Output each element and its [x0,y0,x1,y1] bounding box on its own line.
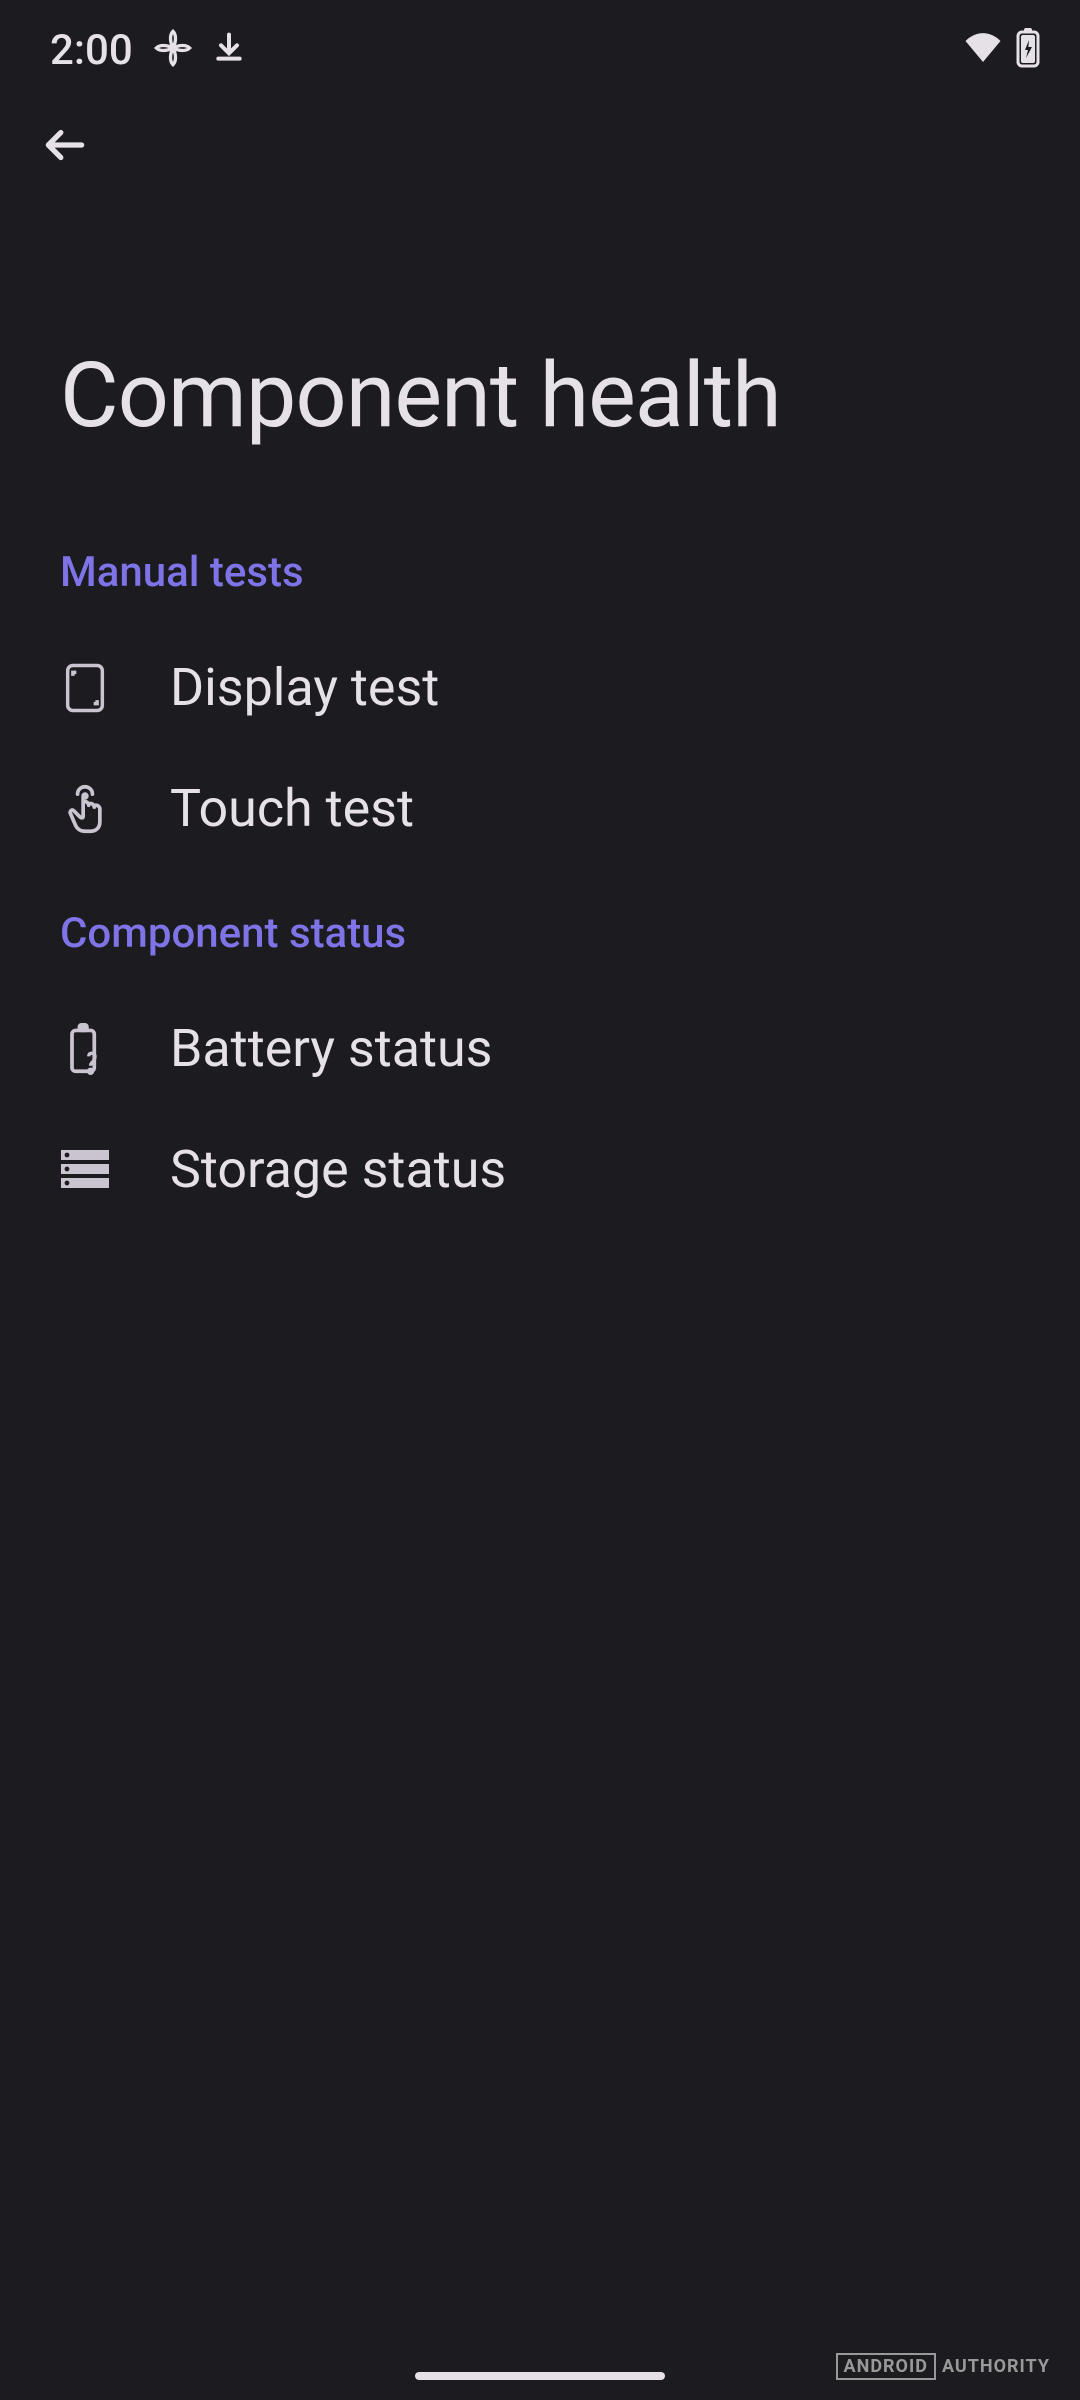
list-item-label: Storage status [170,1139,506,1200]
pinwheel-icon [153,28,193,72]
status-bar-left: 2:00 [50,26,245,75]
back-button[interactable] [0,90,130,193]
wifi-icon [962,27,1004,73]
section-manual-tests: Manual tests Display test Touch test [0,508,1080,869]
list-item-label: Touch test [170,778,414,839]
battery-charging-icon [1016,28,1040,72]
section-component-status: Component status Battery status Storage … [0,869,1080,1230]
watermark-site: AUTHORITY [942,2356,1050,2377]
watermark-brand: ANDROID [836,2353,936,2380]
list-item-battery-status[interactable]: Battery status [0,988,1080,1109]
arrow-left-icon [40,120,90,173]
watermark: ANDROID AUTHORITY [836,2353,1050,2380]
list-item-touch-test[interactable]: Touch test [0,748,1080,869]
list-item-storage-status[interactable]: Storage status [0,1109,1080,1230]
storage-icon [60,1145,110,1195]
download-icon [213,32,245,68]
list-item-label: Battery status [170,1018,493,1079]
touch-icon [60,784,110,834]
section-header-component-status: Component status [0,869,1080,988]
list-item-display-test[interactable]: Display test [0,627,1080,748]
list-item-label: Display test [170,657,439,718]
page-title: Component health [0,193,1080,508]
status-bar-right [962,27,1040,73]
status-bar: 2:00 [0,0,1080,90]
section-header-manual-tests: Manual tests [0,508,1080,627]
battery-unknown-icon [60,1024,110,1074]
home-indicator[interactable] [415,2372,665,2380]
display-icon [60,663,110,713]
status-time: 2:00 [50,26,133,75]
